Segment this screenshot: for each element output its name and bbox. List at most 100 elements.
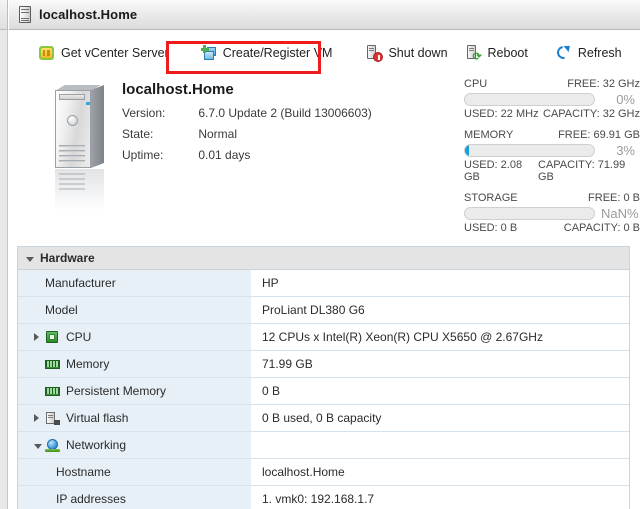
chevron-right-icon — [34, 333, 39, 341]
table-cell-label-text: Virtual flash — [66, 411, 129, 425]
table-row[interactable]: Manufacturer HP — [18, 270, 629, 297]
hardware-table: Hardware Manufacturer HP Model ProLiant DL3… — [17, 246, 630, 509]
cpu-gauge-percent: 0% — [616, 92, 635, 107]
table-cell-label: Hostname — [18, 459, 252, 485]
expander-slot[interactable] — [34, 442, 45, 449]
esxi-host-summary-page: localhost.Home Get vCenter Server Create… — [0, 0, 640, 509]
memory-icon — [45, 358, 60, 371]
expander-slot[interactable] — [34, 333, 45, 341]
table-cell-label: IP addresses — [18, 486, 252, 509]
reboot-icon: ⟳ — [466, 45, 482, 63]
host-name-heading: localhost.Home — [122, 81, 234, 98]
hardware-rows: Manufacturer HP Model ProLiant DL380 G6 CPU 1… — [18, 270, 629, 509]
memory-icon — [45, 385, 60, 398]
table-row[interactable]: IP addresses 1. vmk0: 192.168.1.7 — [18, 486, 629, 509]
hardware-section-header[interactable]: Hardware — [18, 247, 629, 270]
host-field-state-key: State: — [122, 127, 154, 141]
table-cell-value: 0 B — [252, 378, 629, 404]
table-cell-value: 1. vmk0: 192.168.1.7 — [252, 486, 629, 509]
table-cell-label-text: Persistent Memory — [66, 384, 167, 398]
storage-gauge-used: USED: 0 B — [464, 222, 518, 234]
table-cell-label: Persistent Memory — [18, 378, 252, 404]
table-cell-label: Memory — [18, 351, 252, 377]
table-cell-label-text: Hostname — [56, 465, 111, 479]
create-register-vm-label: Create/Register VM — [222, 46, 333, 60]
table-cell-value: 12 CPUs x Intel(R) Xeon(R) CPU X5650 @ 2… — [252, 324, 629, 350]
table-cell-label-text: CPU — [66, 330, 92, 344]
get-vcenter-server-button[interactable]: Get vCenter Server — [33, 40, 175, 66]
create-register-vm-button[interactable]: Create/Register VM — [191, 40, 339, 66]
networking-icon — [45, 438, 60, 452]
storage-gauge: STORAGE FREE: 0 B NaN% USED: 0 B CAPACIT… — [464, 192, 640, 234]
table-row[interactable]: Memory 71.99 GB — [18, 351, 629, 378]
memory-gauge-free: FREE: 69.91 GB — [558, 129, 640, 141]
table-cell-label: Virtual flash — [18, 405, 252, 431]
reboot-button[interactable]: ⟳ Reboot — [460, 40, 534, 66]
host-server-illustration — [41, 85, 121, 225]
memory-gauge-used: USED: 2.08 GB — [464, 159, 523, 183]
chevron-right-icon — [34, 414, 39, 422]
table-cell-value: 0 B used, 0 B capacity — [252, 405, 629, 431]
cpu-gauge-used: USED: 22 MHz — [464, 108, 539, 120]
host-action-toolbar: Get vCenter Server Create/Register VM Sh… — [9, 31, 640, 75]
table-row[interactable]: Model ProLiant DL380 G6 — [18, 297, 629, 324]
reboot-label: Reboot — [487, 46, 528, 60]
shut-down-label: Shut down — [388, 46, 448, 60]
table-row[interactable]: Virtual flash 0 B used, 0 B capacity — [18, 405, 629, 432]
sidebar-rail — [0, 0, 8, 509]
refresh-button[interactable]: Refresh — [550, 40, 628, 66]
host-field-uptime: Uptime: 0.01 days — [122, 148, 250, 162]
host-field-version-key: Version: — [122, 106, 166, 120]
memory-gauge-percent: 3% — [616, 143, 635, 158]
shut-down-button[interactable]: Shut down — [360, 40, 453, 66]
table-row[interactable]: Hostname localhost.Home — [18, 459, 629, 486]
virtual-flash-icon — [45, 411, 60, 425]
table-cell-value-text: 71.99 GB — [262, 357, 313, 371]
table-cell-label-text: Memory — [66, 357, 110, 371]
chevron-down-icon — [26, 256, 34, 262]
table-cell-value-text: 12 CPUs x Intel(R) Xeon(R) CPU X5650 @ 2… — [262, 330, 543, 344]
table-cell-label: Model — [18, 297, 252, 323]
host-tab-header[interactable]: localhost.Home — [9, 0, 640, 30]
table-cell-label-text: IP addresses — [56, 492, 126, 506]
table-cell-value: 71.99 GB — [252, 351, 629, 377]
storage-gauge-name: STORAGE — [464, 192, 518, 204]
table-cell-value: ProLiant DL380 G6 — [252, 297, 629, 323]
expander-slot[interactable] — [34, 414, 45, 422]
storage-gauge-percent: NaN% — [601, 206, 639, 221]
table-cell-value-text: 0 B used, 0 B capacity — [262, 411, 382, 425]
host-summary-panel: localhost.Home Version: 6.7.0 Update 2 (… — [9, 75, 640, 242]
cpu-gauge-name: CPU — [464, 78, 488, 90]
storage-gauge-bar — [464, 207, 595, 220]
refresh-label: Refresh — [577, 46, 622, 60]
table-cell-label-text: Networking — [66, 438, 127, 452]
chevron-down-icon — [34, 443, 42, 449]
table-row[interactable]: Networking — [18, 432, 629, 459]
table-row[interactable]: CPU 12 CPUs x Intel(R) Xeon(R) CPU X5650 … — [18, 324, 629, 351]
shutdown-icon — [366, 45, 384, 62]
get-vcenter-server-label: Get vCenter Server — [61, 46, 169, 60]
host-field-version: Version: 6.7.0 Update 2 (Build 13006603) — [122, 106, 372, 120]
storage-gauge-free: FREE: 0 B — [588, 192, 640, 204]
table-cell-value: localhost.Home — [252, 459, 629, 485]
table-cell-value-text: localhost.Home — [262, 465, 345, 479]
table-row[interactable]: Persistent Memory 0 B — [18, 378, 629, 405]
host-field-uptime-key: Uptime: — [122, 148, 164, 162]
table-cell-label-text: Model — [45, 303, 78, 317]
refresh-icon — [554, 42, 573, 62]
host-tab-title: localhost.Home — [39, 7, 138, 22]
host-field-uptime-value: 0.01 days — [198, 148, 251, 162]
cpu-gauge: CPU FREE: 32 GHz 0% USED: 22 MHz CAPACIT… — [464, 78, 640, 120]
cpu-gauge-free: FREE: 32 GHz — [567, 78, 640, 90]
host-mini-icon — [19, 6, 31, 23]
cpu-gauge-capacity: CAPACITY: 32 GHz — [543, 108, 640, 120]
table-cell-value-text: HP — [262, 276, 279, 290]
memory-gauge-bar — [464, 144, 595, 157]
resource-gauges: CPU FREE: 32 GHz 0% USED: 22 MHz CAPACIT… — [464, 78, 640, 243]
memory-gauge: MEMORY FREE: 69.91 GB 3% USED: 2.08 GB C… — [464, 129, 640, 183]
host-field-state-value: Normal — [198, 127, 238, 141]
storage-gauge-capacity: CAPACITY: 0 B — [563, 222, 640, 234]
table-cell-value-text: 1. vmk0: 192.168.1.7 — [262, 492, 375, 506]
cpu-gauge-bar — [464, 93, 595, 106]
memory-gauge-capacity: CAPACITY: 71.99 GB — [538, 159, 626, 183]
